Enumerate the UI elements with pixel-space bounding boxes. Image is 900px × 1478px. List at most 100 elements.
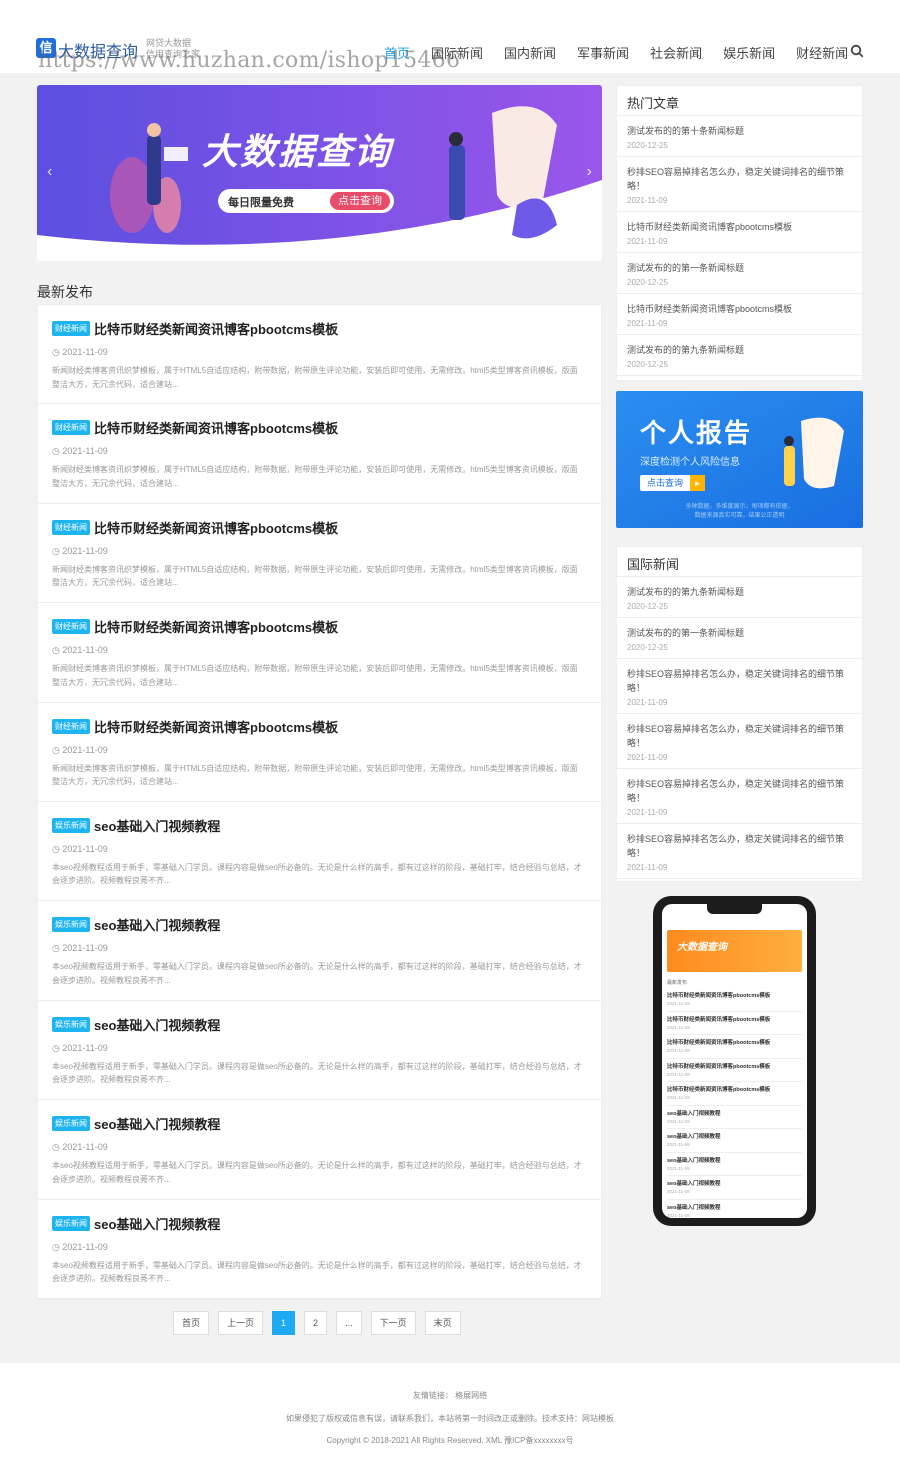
side-item-title[interactable]: 测试发布的的第九条新闻标题 <box>627 343 852 357</box>
article-date-text: 2021-11-09 <box>62 1042 108 1053</box>
article-description: 本seo视频教程适用于新手，零基础入门学员。课程内容是做seo所必备的。无论是什… <box>52 862 582 886</box>
page-button-5[interactable]: 下一页 <box>370 1311 416 1335</box>
side-item-title[interactable]: 测试发布的的第十条新闻标题 <box>627 124 852 138</box>
international-news-title: 国际新闻 <box>617 547 862 577</box>
article-item[interactable]: 娱乐新闻 seo基础入门视频教程 ◷ 2021-11-09 本seo视频教程适用于新手… <box>38 1001 601 1101</box>
side-list-item[interactable]: 秒排SEO容易掉排名怎么办，稳定关键词排名的细节策略！ 2021-11-09 <box>617 157 862 212</box>
side-item-title[interactable]: 秒排SEO容易掉排名怎么办，稳定关键词排名的细节策略！ <box>627 777 852 805</box>
article-item[interactable]: 娱乐新闻 seo基础入门视频教程 ◷ 2021-11-09 本seo视频教程适用于新手… <box>38 901 601 1001</box>
article-tag[interactable]: 财经新闻 <box>52 420 90 436</box>
article-tag[interactable]: 娱乐新闻 <box>52 917 90 933</box>
article-item[interactable]: 财经新闻 比特币财经类新闻资讯博客pbootcms模板 ◷ 2021-11-09 新闻… <box>38 603 601 703</box>
article-tag[interactable]: 财经新闻 <box>52 718 90 734</box>
side-list-item[interactable]: 测试发布的的第九条新闻标题 2020-12-25 <box>617 577 862 618</box>
search-icon[interactable] <box>850 44 864 58</box>
clock-icon: ◷ <box>52 645 63 656</box>
article-item[interactable]: 财经新闻 比特币财经类新闻资讯博客pbootcms模板 ◷ 2021-11-09 新闻… <box>38 305 601 405</box>
article-title[interactable]: 比特币财经类新闻资讯博客pbootcms模板 <box>94 620 338 635</box>
page-button-2[interactable]: 1 <box>272 1311 296 1335</box>
report-ad-banner[interactable]: 个人报告 深度检测个人风险信息 点击查询 ▸ 多种数据，多维度展示，每项都有依据，… <box>616 391 863 528</box>
side-item-title[interactable]: 秒排SEO容易掉排名怎么办，稳定关键词排名的细节策略！ <box>627 832 852 860</box>
article-item[interactable]: 财经新闻 比特币财经类新闻资讯博客pbootcms模板 ◷ 2021-11-09 新闻… <box>38 703 601 802</box>
ad-fine-print-2: 数据来源真实可靠，结果公正透明 <box>694 513 785 519</box>
page-button-6[interactable]: 末页 <box>424 1311 461 1335</box>
side-item-title[interactable]: 比特币财经类新闻资讯博客pbootcms模板 <box>627 220 852 234</box>
article-date-text: 2021-11-09 <box>62 545 108 556</box>
phone-item-date: 2021-11-09 <box>667 1118 690 1124</box>
side-list-item[interactable]: 秒排SEO容易掉排名怎么办，稳定关键词排名的细节策略！ 2021-11-09 <box>617 769 862 824</box>
side-list-item[interactable]: 测试发布的的第一条新闻标题 2020-12-25 <box>617 618 862 659</box>
nav-item-finance[interactable]: 财经新闻 <box>796 43 848 62</box>
article-description: 新闻财经类博客资讯织梦模板，属于HTML5自适应结构，附带数据，附带原生评论功能… <box>52 763 578 787</box>
article-title[interactable]: 比特币财经类新闻资讯博客pbootcms模板 <box>94 720 338 735</box>
article-date-text: 2021-11-09 <box>62 943 108 954</box>
nav-item-domestic[interactable]: 国内新闻 <box>504 43 556 62</box>
article-title[interactable]: 比特币财经类新闻资讯博客pbootcms模板 <box>94 521 338 536</box>
article-tag[interactable]: 娱乐新闻 <box>52 817 90 833</box>
nav-item-military[interactable]: 军事新闻 <box>577 43 629 62</box>
side-list-item[interactable]: 秒排SEO容易掉排名怎么办，稳定关键词排名的细节策略！ 2021-11-09 <box>617 659 862 714</box>
side-item-title[interactable]: 测试发布的的第一条新闻标题 <box>627 261 852 275</box>
side-list-item[interactable]: 比特币财经类新闻资讯博客pbootcms模板 2021-11-09 <box>617 212 862 253</box>
side-item-title[interactable]: 秒排SEO容易掉排名怎么办，稳定关键词排名的细节策略！ <box>627 165 852 193</box>
article-item[interactable]: 财经新闻 比特币财经类新闻资讯博客pbootcms模板 ◷ 2021-11-09 新闻… <box>38 404 601 504</box>
phone-item-date: 2021-11-09 <box>667 1189 690 1194</box>
article-date-text: 2021-11-09 <box>62 446 108 457</box>
page-button-3[interactable]: 2 <box>304 1311 328 1335</box>
nav-item-society[interactable]: 社会新闻 <box>650 43 702 62</box>
article-title[interactable]: seo基础入门视频教程 <box>94 1217 220 1232</box>
article-tag[interactable]: 娱乐新闻 <box>52 1016 90 1032</box>
article-title[interactable]: seo基础入门视频教程 <box>94 1117 220 1132</box>
clock-icon: ◷ <box>52 545 63 556</box>
phone-banner-title: 大数据查询 <box>677 942 727 953</box>
hero-banner[interactable]: 大数据查询 每日限量免费 点击查询 ‹ › <box>37 85 602 261</box>
page-button-0[interactable]: 首页 <box>173 1311 210 1335</box>
article-tag[interactable]: 娱乐新闻 <box>52 1215 90 1231</box>
article-title[interactable]: 比特币财经类新闻资讯博客pbootcms模板 <box>94 421 338 436</box>
side-list-item[interactable]: 测试发布的的第十条新闻标题 2020-12-25 <box>617 116 862 157</box>
article-date-text: 2021-11-09 <box>62 843 108 854</box>
side-item-date: 2021-11-09 <box>627 237 668 246</box>
article-title[interactable]: seo基础入门视频教程 <box>94 819 220 834</box>
page-button-1[interactable]: 上一页 <box>218 1311 264 1335</box>
side-list-item[interactable]: 秒排SEO容易掉排名怎么办，稳定关键词排名的细节策略！ 2021-11-09 <box>617 714 862 769</box>
phone-item-date: 2021-11-09 <box>667 1071 690 1077</box>
banner-query-button[interactable]: 点击查询 <box>330 192 390 210</box>
side-item-title[interactable]: 测试发布的的第九条新闻标题 <box>627 585 852 599</box>
banner-title: 大数据查询 <box>202 131 393 172</box>
article-tag[interactable]: 财经新闻 <box>52 619 90 635</box>
article-tag[interactable]: 财经新闻 <box>52 321 90 336</box>
article-date: ◷ 2021-11-09 <box>52 1242 587 1253</box>
article-description: 新闻财经类博客资讯织梦模板，属于HTML5自适应结构，附带数据，附带原生评论功能… <box>52 564 578 588</box>
banner-next-icon[interactable]: › <box>587 163 592 181</box>
article-tag[interactable]: 财经新闻 <box>52 519 90 535</box>
side-item-title[interactable]: 测试发布的的第一条新闻标题 <box>627 626 852 640</box>
page-button-4[interactable]: ... <box>336 1311 362 1335</box>
clock-icon: ◷ <box>52 943 63 954</box>
side-item-title[interactable]: 比特币财经类新闻资讯博客pbootcms模板 <box>627 302 852 316</box>
side-list-item[interactable]: 测试发布的的第九条新闻标题 2020-12-25 <box>617 335 862 376</box>
article-item[interactable]: 娱乐新闻 seo基础入门视频教程 ◷ 2021-11-09 本seo视频教程适用于新手… <box>38 1200 601 1299</box>
article-item[interactable]: 财经新闻 比特币财经类新闻资讯博客pbootcms模板 ◷ 2021-11-09 新闻… <box>38 504 601 604</box>
friend-link[interactable]: 格展网络 <box>455 1391 487 1400</box>
phone-item-title: 比特币财经类新闻资讯博客pbootcms模板 <box>667 1063 771 1070</box>
ad-query-button[interactable]: 点击查询 ▸ <box>640 475 706 491</box>
side-list-item[interactable]: 秒排SEO容易掉排名怎么办，稳定关键词排名的细节策略！ 2021-11-09 <box>617 824 862 879</box>
mobile-preview-phone: 大数据查询 最新发布 比特币财经类新闻资讯博客pbootcms模板 2021-11… <box>653 896 816 1226</box>
nav-item-entertainment[interactable]: 娱乐新闻 <box>723 43 775 62</box>
footer-notice: 如果侵犯了版权或信息有误，请联系我们，本站将第一时间改正或删除。技术支持：网站模… <box>286 1414 614 1423</box>
article-title[interactable]: 比特币财经类新闻资讯博客pbootcms模板 <box>94 322 338 337</box>
side-item-title[interactable]: 秒排SEO容易掉排名怎么办，稳定关键词排名的细节策略！ <box>627 722 852 750</box>
article-description: 本seo视频教程适用于新手，零基础入门学员。课程内容是做seo所必备的。无论是什… <box>52 962 582 985</box>
side-list-item[interactable]: 测试发布的的第一条新闻标题 2020-12-25 <box>617 253 862 294</box>
article-title[interactable]: seo基础入门视频教程 <box>94 1018 220 1033</box>
banner-prev-icon[interactable]: ‹ <box>47 163 52 181</box>
article-item[interactable]: 娱乐新闻 seo基础入门视频教程 ◷ 2021-11-09 本seo视频教程适用于新手… <box>38 1100 601 1200</box>
side-list-item[interactable]: 比特币财经类新闻资讯博客pbootcms模板 2021-11-09 <box>617 294 862 335</box>
article-title[interactable]: seo基础入门视频教程 <box>94 918 220 933</box>
side-item-title[interactable]: 秒排SEO容易掉排名怎么办，稳定关键词排名的细节策略！ <box>627 667 852 695</box>
phone-item-title: 比特币财经类新闻资讯博客pbootcms模板 <box>667 1040 771 1046</box>
article-date: ◷ 2021-11-09 <box>52 844 587 855</box>
article-item[interactable]: 娱乐新闻 seo基础入门视频教程 ◷ 2021-11-09 本seo视频教程适用于新手… <box>38 802 601 902</box>
article-tag[interactable]: 娱乐新闻 <box>52 1116 90 1132</box>
